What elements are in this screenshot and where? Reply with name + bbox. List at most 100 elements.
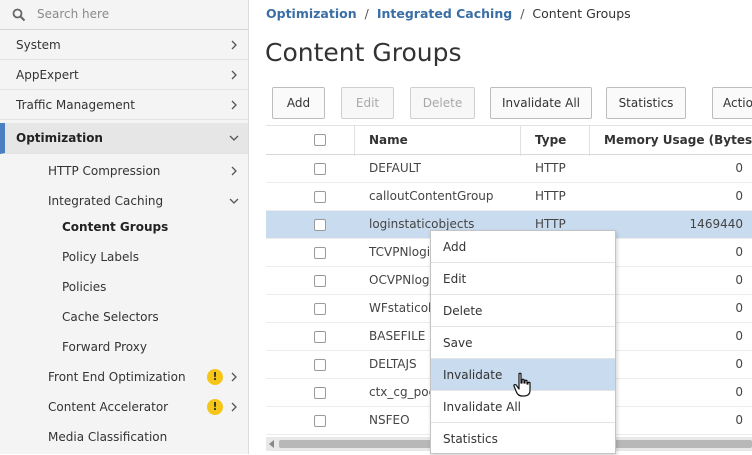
context-menu-label: Add — [443, 239, 467, 254]
context-menu-label: Statistics — [443, 432, 498, 446]
column-divider — [589, 126, 590, 156]
add-button[interactable]: Add — [272, 87, 325, 119]
sidebar-item-optimization[interactable]: Optimization — [0, 123, 248, 154]
table-row[interactable]: DEFAULT HTTP 0 — [266, 155, 752, 183]
sidebar-item-appexpert[interactable]: AppExpert — [0, 60, 248, 90]
cell-name: ctx_cg_poc — [369, 385, 436, 399]
chevron-down-icon — [229, 135, 239, 141]
sidebar-item-label: Content Groups — [62, 220, 169, 234]
chevron-right-icon — [231, 40, 237, 49]
cell-name: TCVPNlogin — [369, 245, 438, 259]
cell-memory: 0 — [735, 161, 743, 175]
scroll-left-arrow-icon[interactable] — [269, 440, 274, 448]
table-row[interactable]: calloutContentGroup HTTP 0 — [266, 183, 752, 211]
row-checkbox[interactable] — [314, 331, 326, 343]
cell-name: WFstaticob — [369, 301, 436, 315]
sidebar-item-content-groups[interactable]: Content Groups — [0, 212, 248, 242]
breadcrumb-link-optimization[interactable]: Optimization — [266, 6, 357, 21]
sidebar-item-traffic-management[interactable]: Traffic Management — [0, 90, 248, 120]
context-menu-edit[interactable]: Edit — [431, 263, 615, 295]
sidebar-item-label: Integrated Caching — [48, 194, 164, 208]
hand-pointer-cursor-icon — [513, 372, 531, 397]
invalidate-all-button[interactable]: Invalidate All — [490, 87, 592, 119]
row-checkbox[interactable] — [314, 359, 326, 371]
chevron-right-icon — [231, 166, 237, 176]
sidebar-item-label: Policies — [62, 280, 107, 294]
column-header-type[interactable]: Type — [535, 133, 566, 147]
context-menu-delete[interactable]: Delete — [431, 295, 615, 327]
sidebar-item-http-compression[interactable]: HTTP Compression — [0, 156, 248, 186]
breadcrumb-current: Content Groups — [532, 6, 631, 21]
context-menu-label: Delete — [443, 303, 483, 318]
search-box[interactable]: Search here — [0, 0, 248, 30]
cell-name: DELTAJS — [369, 357, 417, 371]
row-checkbox[interactable] — [314, 163, 326, 175]
row-checkbox[interactable] — [314, 247, 326, 259]
breadcrumb-separator: / — [520, 6, 525, 21]
cell-name: DEFAULT — [369, 161, 421, 175]
column-divider — [520, 126, 521, 156]
context-menu-add[interactable]: Add — [431, 231, 615, 263]
cell-memory: 0 — [735, 329, 743, 343]
cell-type: HTTP — [535, 161, 566, 175]
page-title: Content Groups — [265, 38, 462, 67]
row-checkbox[interactable] — [314, 303, 326, 315]
cell-memory: 1469440 — [689, 217, 743, 231]
context-menu-statistics[interactable]: Statistics — [431, 423, 615, 455]
sidebar-item-forward-proxy[interactable]: Forward Proxy — [0, 332, 248, 362]
chevron-right-icon — [231, 402, 237, 412]
cell-type: HTTP — [535, 189, 566, 203]
sidebar-item-content-accelerator[interactable]: Content Accelerator ! — [0, 392, 248, 422]
cell-memory: 0 — [735, 189, 743, 203]
sidebar-item-label: Traffic Management — [16, 97, 135, 112]
cell-type: HTTP — [535, 217, 566, 231]
context-menu-label: Edit — [443, 271, 467, 286]
chevron-down-icon — [229, 198, 239, 204]
sidebar-item-system[interactable]: System — [0, 30, 248, 60]
column-header-memory-usage[interactable]: Memory Usage (Bytes) — [604, 133, 752, 147]
context-menu: Add Edit Delete Save Invalidate Invalida… — [430, 230, 616, 454]
row-checkbox[interactable] — [314, 415, 326, 427]
cell-name: BASEFILE — [369, 329, 426, 343]
cell-memory: 0 — [735, 385, 743, 399]
search-input[interactable]: Search here — [37, 7, 109, 21]
breadcrumb-link-integrated-caching[interactable]: Integrated Caching — [377, 6, 512, 21]
cell-memory: 0 — [735, 357, 743, 371]
cell-memory: 0 — [735, 413, 743, 427]
delete-button[interactable]: Delete — [410, 87, 475, 119]
warning-icon: ! — [207, 369, 223, 385]
row-checkbox[interactable] — [314, 191, 326, 203]
cell-name: loginstaticobjects — [369, 217, 475, 231]
sidebar-item-label: Optimization — [16, 131, 103, 145]
sidebar-item-label: System — [16, 37, 61, 52]
row-checkbox[interactable] — [314, 387, 326, 399]
row-checkbox[interactable] — [314, 275, 326, 287]
cell-name: OCVPNlogi — [369, 273, 433, 287]
sidebar-item-label: Content Accelerator — [48, 400, 169, 414]
cell-name: calloutContentGroup — [369, 189, 494, 203]
select-all-checkbox[interactable] — [314, 134, 326, 146]
sidebar-item-label: Cache Selectors — [62, 310, 159, 324]
table-header: Name Type Memory Usage (Bytes) — [266, 125, 752, 156]
action-dropdown[interactable]: Actio — [712, 87, 752, 119]
row-checkbox[interactable] — [314, 219, 326, 231]
sidebar-item-label: Media Classification — [48, 430, 168, 444]
sidebar-item-cache-selectors[interactable]: Cache Selectors — [0, 302, 248, 332]
breadcrumb-separator: / — [364, 6, 369, 21]
statistics-button[interactable]: Statistics — [606, 87, 686, 119]
chevron-right-icon — [231, 372, 237, 382]
sidebar-item-front-end-optimization[interactable]: Front End Optimization ! — [0, 362, 248, 392]
sidebar-item-policy-labels[interactable]: Policy Labels — [0, 242, 248, 272]
context-menu-label: Save — [443, 335, 473, 350]
search-icon — [12, 8, 26, 22]
sidebar-item-policies[interactable]: Policies — [0, 272, 248, 302]
context-menu-label: Invalidate — [443, 367, 503, 382]
sidebar-item-label: Policy Labels — [62, 250, 139, 264]
cell-name: NSFEO — [369, 413, 410, 427]
sidebar-item-media-classification[interactable]: Media Classification — [0, 422, 248, 452]
cell-memory: 0 — [735, 245, 743, 259]
column-divider — [354, 126, 355, 156]
column-header-name[interactable]: Name — [369, 133, 408, 147]
edit-button[interactable]: Edit — [341, 87, 394, 119]
context-menu-save[interactable]: Save — [431, 327, 615, 359]
